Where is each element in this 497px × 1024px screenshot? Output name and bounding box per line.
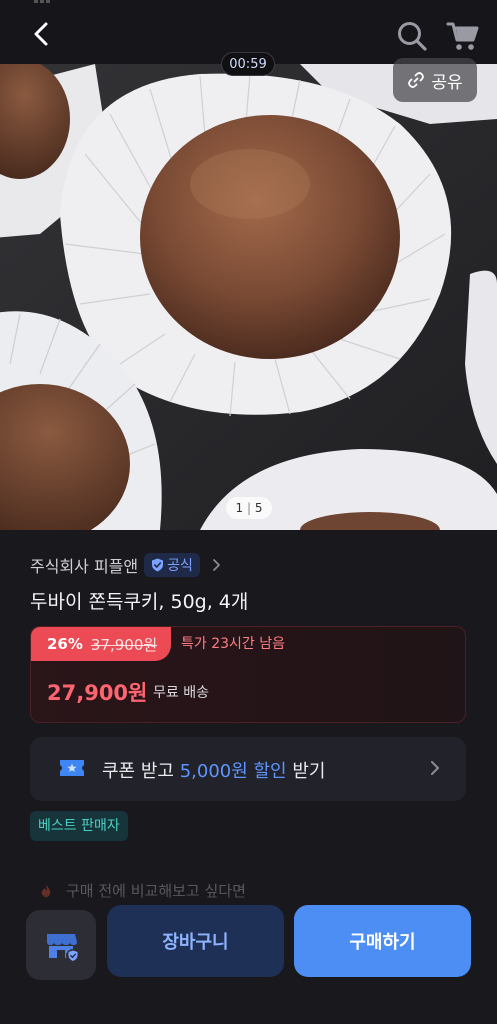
sale-price: 27,900원 [47, 681, 148, 705]
discount-tag: 26% 37,900원 [31, 627, 172, 661]
share-label: 공유 [431, 72, 463, 93]
coupon-text: 쿠폰 받고 5,000원 할인 받기 [102, 757, 325, 783]
page-separator: | [246, 501, 252, 515]
coupon-prefix: 쿠폰 받고 [102, 761, 180, 782]
page-current: 1 [235, 501, 244, 515]
chevron-right-icon [213, 559, 220, 571]
link-icon [408, 72, 425, 88]
price-panel: 26% 37,900원 특가 23시간 남음 27,900원 무료 배송 [30, 626, 466, 723]
deal-countdown: 특가 23시간 남음 [181, 636, 285, 652]
chevron-left-icon[interactable] [26, 18, 58, 50]
best-seller-badge: 베스트 판매자 [30, 811, 128, 841]
cart-icon[interactable] [446, 20, 480, 52]
product-title: 두바이 쫀득쿠키, 50g, 4개 [30, 591, 249, 613]
official-label: 공식 [167, 558, 193, 574]
add-to-cart-button[interactable]: 장바구니 [107, 905, 284, 977]
seller-link[interactable]: 주식회사 피플앤 공식 [30, 552, 224, 578]
shield-check-icon [152, 558, 164, 572]
original-price: 37,900원 [90, 635, 158, 654]
page-total: 5 [254, 501, 263, 515]
coupon-amount: 5,000원 할인 [179, 761, 287, 782]
discount-rate: 26% [47, 635, 83, 653]
status-indicator-icon [34, 0, 50, 3]
seller-name: 주식회사 피플앤 [30, 557, 139, 576]
product-image-carousel[interactable] [0, 64, 497, 530]
video-timer: 00:59 [221, 52, 275, 76]
official-badge: 공식 [144, 553, 200, 577]
store-button[interactable] [26, 910, 96, 980]
product-photo [0, 64, 497, 530]
image-page-indicator: 1 | 5 [226, 497, 272, 519]
product-detail-screen: 00:59 공유 1 | 5 주식회사 피플앤 공식 두바이 쫀득쿠키, 50g… [0, 0, 497, 1024]
storefront-verified-icon [47, 934, 80, 963]
coupon-ticket-icon [60, 760, 84, 776]
shipping-info: 무료 배송 [153, 685, 209, 701]
coupon-button[interactable]: 쿠폰 받고 5,000원 할인 받기 [30, 737, 466, 801]
share-button[interactable]: 공유 [393, 58, 477, 102]
chevron-right-icon [431, 761, 439, 775]
coupon-suffix: 받기 [286, 761, 326, 782]
search-icon[interactable] [396, 20, 428, 52]
buy-now-button[interactable]: 구매하기 [294, 905, 471, 977]
